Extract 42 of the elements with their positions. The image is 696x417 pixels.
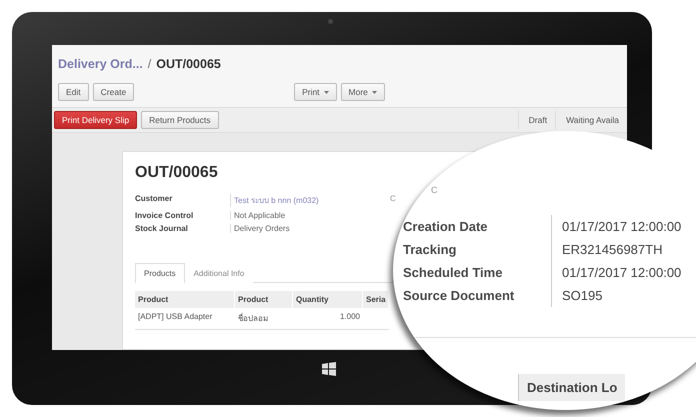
field-value: ER321456987TH: [551, 238, 682, 261]
breadcrumb-link[interactable]: Delivery Ord...: [58, 57, 143, 71]
field-value: 01/17/2017 12:00:00: [551, 261, 682, 284]
field-label: Tracking: [403, 241, 458, 259]
table-cell: [ADPT] USB Adapter: [135, 308, 235, 330]
field-label: Stock Journal: [135, 224, 189, 233]
tab[interactable]: Additional Info: [184, 263, 254, 283]
field-value: 01/17/2017 12:00:00: [551, 215, 682, 238]
field-label: C: [431, 185, 438, 195]
field-label: C: [390, 194, 397, 205]
toolbar-button[interactable]: Edit: [58, 83, 89, 101]
status-step[interactable]: Draft: [518, 111, 556, 129]
windows-logo-icon: [322, 362, 336, 376]
caret-icon: [372, 90, 377, 94]
table-cell: ชื่อปลอม: [235, 308, 293, 330]
field-label: Scheduled Time: [403, 264, 504, 282]
field-label: Source Document: [403, 287, 516, 305]
field-value: SO195: [551, 284, 682, 307]
action-button[interactable]: Print Delivery Slip: [54, 111, 138, 129]
field-label: Customer: [135, 194, 174, 205]
field-label: Invoice Control: [135, 211, 194, 220]
column-header[interactable]: Product: [135, 291, 235, 308]
field-value: Not Applicable: [230, 211, 390, 220]
action-button[interactable]: Return Products: [141, 111, 218, 129]
column-header: Destination Lo: [518, 374, 626, 401]
dropdown-button[interactable]: Print: [294, 83, 337, 101]
field-label: Creation Date: [403, 218, 489, 236]
field-link[interactable]: Test ระบบ b nnn (m032): [230, 194, 390, 207]
dropdown-button[interactable]: More: [340, 83, 385, 101]
table-cell: 1.000: [293, 308, 363, 330]
status-step[interactable]: Waiting Availa: [555, 111, 627, 129]
field-value: Delivery Orders: [230, 224, 390, 233]
caret-icon: [324, 90, 329, 94]
toolbar-button[interactable]: Create: [92, 83, 134, 101]
tab[interactable]: Products: [135, 263, 185, 283]
camera-icon: [328, 19, 333, 24]
column-header[interactable]: Quantity: [293, 291, 363, 308]
column-header[interactable]: Seria: [363, 291, 389, 308]
column-header[interactable]: Product: [235, 291, 293, 308]
breadcrumb-separator: /: [148, 57, 152, 71]
record-breadcrumb: OUT/00065: [156, 57, 221, 71]
record-title: OUT/00065: [135, 164, 219, 182]
